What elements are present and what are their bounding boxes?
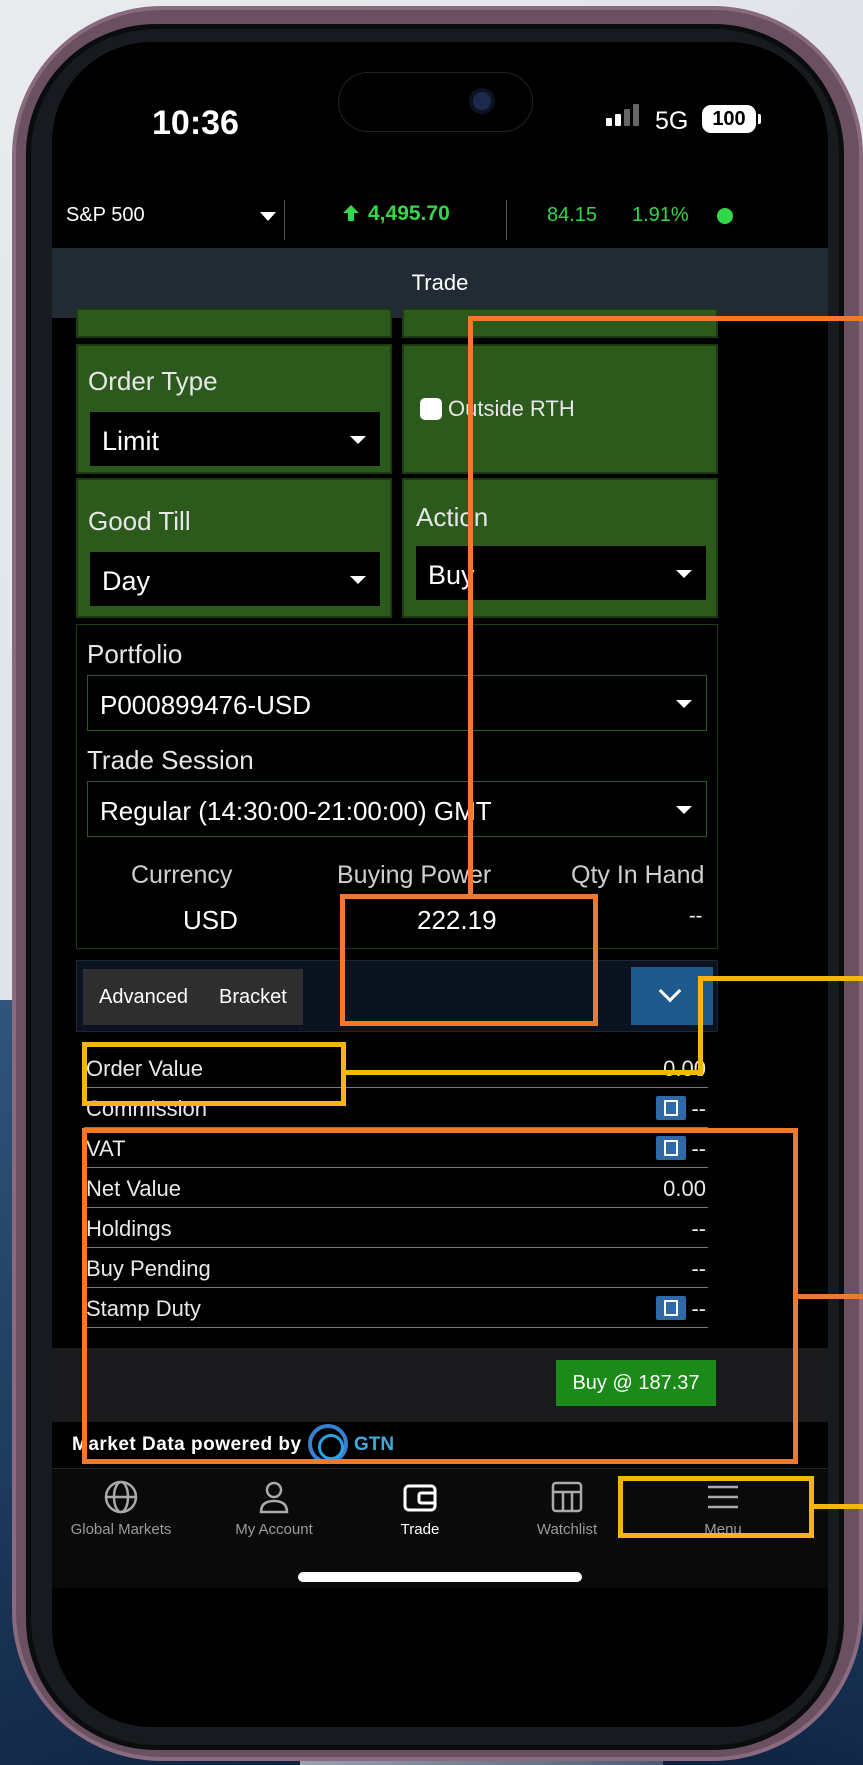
camera-icon [469, 88, 495, 114]
divider [284, 200, 285, 240]
order-type-value: Limit [102, 426, 160, 456]
index-change: 84.15 [547, 204, 598, 226]
globe-icon [103, 1479, 139, 1515]
trade-session-label: Trade Session [87, 745, 254, 775]
dynamic-island [338, 72, 533, 132]
status-time: 10:36 [152, 104, 239, 142]
annotation-buy-button [618, 1476, 814, 1538]
tab-label: Global Markets [70, 1521, 172, 1538]
portfolio-value: P000899476-USD [100, 690, 312, 720]
tab-label: Watchlist [536, 1521, 598, 1538]
home-indicator [298, 1572, 582, 1582]
annotation-connector [468, 316, 863, 894]
tab-bracket[interactable]: Bracket [197, 969, 303, 1025]
tab-my-account[interactable]: My Account [199, 1479, 349, 1538]
index-ticker: S&P 500 4,495.70 84.15 1.91% [52, 182, 828, 248]
order-type-cell: Order Type Limit [76, 344, 392, 474]
annotation-connector [698, 976, 863, 981]
arrow-up-icon [343, 205, 359, 221]
chevron-down-icon [350, 436, 366, 444]
chevron-down-icon[interactable] [260, 212, 276, 221]
calculator-icon[interactable] [656, 1096, 686, 1120]
form-cell [76, 308, 392, 338]
order-type-label: Order Type [88, 366, 218, 396]
tab-global-markets[interactable]: Global Markets [52, 1479, 196, 1538]
market-status-dot [717, 208, 733, 224]
index-price: 4,495.70 [342, 202, 450, 226]
annotation-order-options [82, 1042, 346, 1106]
annotation-connector [814, 1504, 863, 1509]
signal-icon [606, 104, 639, 126]
index-change-pct: 1.91% [632, 204, 689, 226]
trade-session-value: Regular (14:30:00-21:00:00) GMT [100, 796, 492, 826]
qty-in-hand-value: -- [689, 905, 703, 927]
annotation-connector [698, 976, 703, 1076]
battery-tip [758, 114, 761, 124]
status-bar: 10:36 5G 100 [52, 42, 828, 182]
tab-label: My Account [235, 1521, 313, 1538]
grid-icon [549, 1479, 585, 1515]
network-type: 5G [655, 107, 689, 135]
wallet-icon [402, 1479, 438, 1515]
annotation-order-summary [82, 1128, 798, 1464]
outside-rth-checkbox[interactable] [420, 398, 442, 420]
tab-advanced[interactable]: Advanced [83, 969, 197, 1025]
index-price-value: 4,495.70 [368, 202, 450, 225]
chevron-down-icon [350, 576, 366, 584]
divider [506, 200, 507, 240]
person-icon [256, 1479, 292, 1515]
index-name[interactable]: S&P 500 [66, 204, 145, 227]
order-type-select[interactable]: Limit [90, 412, 380, 466]
tab-label: Trade [400, 1521, 440, 1538]
good-till-select[interactable]: Day [90, 552, 380, 606]
tab-trade[interactable]: Trade [345, 1479, 495, 1538]
good-till-cell: Good Till Day [76, 478, 392, 618]
portfolio-label: Portfolio [87, 639, 183, 669]
currency-value: USD [183, 905, 238, 935]
annotation-connector [346, 979, 701, 1075]
good-till-label: Good Till [88, 506, 191, 536]
good-till-value: Day [102, 566, 151, 596]
annotation-connector [798, 1294, 863, 1299]
summary-value: -- [691, 1096, 706, 1121]
currency-label: Currency [131, 861, 233, 889]
battery-icon: 100 [702, 105, 756, 133]
